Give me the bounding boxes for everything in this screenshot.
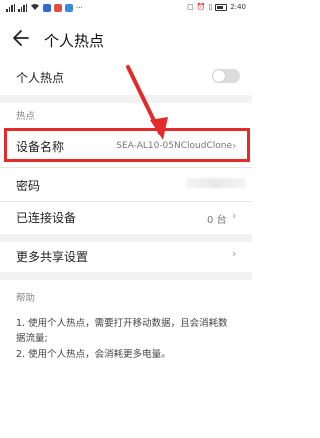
- annotation-arrow: [126, 65, 168, 140]
